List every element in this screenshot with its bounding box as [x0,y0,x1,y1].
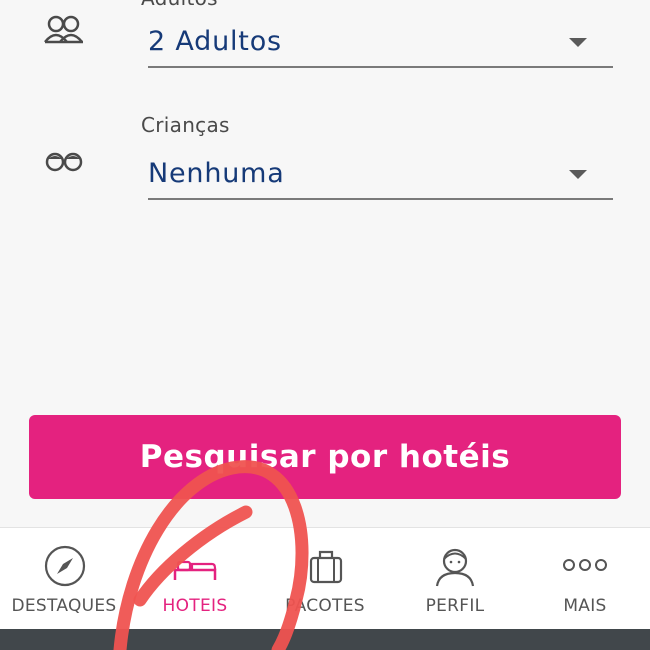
bottom-tab-bar: DESTAQUES HOTEIS PACOTES PERFIL MAIS [0,527,650,630]
chevron-down-icon [569,170,587,179]
tab-mais[interactable]: MAIS [520,528,650,630]
tab-destaques[interactable]: DESTAQUES [0,528,130,630]
tab-label-hoteis: HOTEIS [162,596,228,616]
system-nav-bar [0,629,650,650]
tab-label-mais: MAIS [563,596,607,616]
tab-label-perfil: PERFIL [425,596,485,616]
children-label: Crianças [141,113,230,137]
suitcase-icon [260,544,390,588]
tab-pacotes[interactable]: PACOTES [260,528,390,630]
compass-icon [0,544,130,588]
adults-select[interactable]: 2 Adultos [148,26,613,68]
search-hotels-button-label: Pesquisar por hotéis [139,439,511,475]
tab-label-destaques: DESTAQUES [11,596,117,616]
chevron-down-icon [569,38,587,47]
person-icon [390,544,520,588]
two-people-icon [42,14,86,48]
search-hotels-button[interactable]: Pesquisar por hotéis [29,415,621,499]
children-select-value: Nenhuma [148,158,285,189]
adults-select-value: 2 Adultos [148,26,282,57]
tab-perfil[interactable]: PERFIL [390,528,520,630]
two-children-icon [42,150,86,178]
bed-icon [130,544,260,588]
children-select[interactable]: Nenhuma [148,158,613,200]
tab-hoteis[interactable]: HOTEIS [130,528,260,630]
more-dots-icon [520,544,650,588]
adults-label: Adultos [141,0,218,10]
tab-label-pacotes: PACOTES [285,596,365,616]
